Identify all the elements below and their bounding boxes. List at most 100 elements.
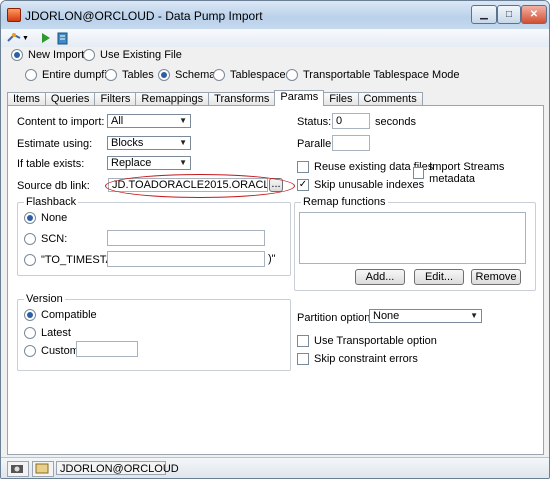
checkbox-icon <box>297 335 309 347</box>
use-existing-file-label: Use Existing File <box>100 49 182 61</box>
window-title: JDORLON@ORCLOUD - Data Pump Import <box>25 9 263 23</box>
remap-remove-button[interactable]: Remove <box>471 269 521 285</box>
minimize-button[interactable]: ▁ <box>471 5 497 24</box>
radio-icon <box>24 254 36 266</box>
new-import-radio[interactable]: New Import <box>11 49 84 61</box>
radio-icon <box>105 69 117 81</box>
use-existing-file-radio[interactable]: Use Existing File <box>83 49 182 61</box>
tab-items[interactable]: Items <box>7 92 46 106</box>
partition-label: Partition option: <box>297 312 374 324</box>
tab-strip: Items Queries Filters Remappings Transfo… <box>7 90 423 106</box>
skip-constraint-label: Skip constraint errors <box>314 353 418 365</box>
exists-label: If table exists: <box>17 158 85 170</box>
tab-comments[interactable]: Comments <box>357 92 423 106</box>
remap-title: Remap functions <box>301 196 388 208</box>
flashback-none-radio[interactable]: None <box>24 212 67 224</box>
parallel-label: Parallel: <box>297 138 337 150</box>
use-transportable-label: Use Transportable option <box>314 335 437 347</box>
remap-edit-button[interactable]: Edit... <box>414 269 464 285</box>
dropdown-arrow-icon[interactable]: ▼ <box>22 31 29 45</box>
scope-label: Transportable Tablespace Mode <box>303 69 460 81</box>
radio-icon <box>24 233 36 245</box>
scope-label: Tablespaces <box>230 69 292 81</box>
tab-queries[interactable]: Queries <box>44 92 96 106</box>
radio-icon <box>24 345 36 357</box>
flashback-scn-radio[interactable]: SCN: <box>24 233 67 245</box>
radio-icon <box>11 49 23 61</box>
radio-icon <box>158 69 170 81</box>
tab-params[interactable]: Params <box>274 90 325 106</box>
partition-value: None <box>373 310 400 322</box>
tab-files[interactable]: Files <box>323 92 359 106</box>
status-label: Status: <box>297 116 332 128</box>
scope-tables-radio[interactable]: Tables <box>105 69 154 81</box>
radio-icon <box>213 69 225 81</box>
scn-field[interactable] <box>107 230 265 246</box>
maximize-button[interactable]: □ <box>497 5 521 24</box>
checkbox-icon <box>413 167 425 179</box>
flashback-scn-label: SCN: <box>41 233 68 245</box>
skip-unusable-label: Skip unusable indexes <box>314 179 425 191</box>
status-field[interactable]: 0 <box>332 113 370 129</box>
status-bar: JDORLON@ORCLOUD <box>1 457 549 478</box>
radio-icon <box>24 212 36 224</box>
app-icon <box>7 8 21 22</box>
radio-icon <box>83 49 95 61</box>
chevron-down-icon: ▼ <box>179 116 187 125</box>
version-latest-label: Latest <box>41 327 71 339</box>
estimate-select[interactable]: Blocks ▼ <box>107 136 191 150</box>
custom-version-field[interactable] <box>76 341 138 357</box>
version-latest-radio[interactable]: Latest <box>24 327 71 339</box>
radio-icon <box>24 309 36 321</box>
connection-icon[interactable] <box>32 461 54 477</box>
close-button[interactable]: ✕ <box>521 5 547 24</box>
estimate-label: Estimate using: <box>17 138 93 150</box>
wizard-icon[interactable] <box>7 31 21 45</box>
radio-icon <box>24 327 36 339</box>
version-compatible-radio[interactable]: Compatible <box>24 309 97 321</box>
radio-icon <box>286 69 298 81</box>
content-value: All <box>111 115 124 127</box>
checkbox-icon <box>297 353 309 365</box>
scope-entire-dumpfile-radio[interactable]: Entire dumpfile <box>25 69 115 81</box>
dblink-label: Source db link: <box>17 180 90 192</box>
remap-list[interactable] <box>299 212 526 264</box>
tab-filters[interactable]: Filters <box>94 92 137 106</box>
scope-transportable-radio[interactable]: Transportable Tablespace Mode <box>286 69 460 81</box>
title-bar: JDORLON@ORCLOUD - Data Pump Import ▁ □ ✕ <box>1 1 549 30</box>
status-unit: seconds <box>375 116 416 128</box>
chevron-down-icon: ▼ <box>179 158 187 167</box>
version-custom-radio[interactable]: Custom: <box>24 345 82 357</box>
camera-icon[interactable] <box>7 461 29 477</box>
exists-select[interactable]: Replace ▼ <box>107 156 191 170</box>
exists-value: Replace <box>111 157 152 169</box>
tab-remappings[interactable]: Remappings <box>135 92 210 106</box>
remap-group: Remap functions Add... Edit... Remove <box>294 196 536 291</box>
content-label: Content to import: <box>17 116 105 128</box>
partition-select[interactable]: None ▼ <box>369 309 482 323</box>
tab-transforms[interactable]: Transforms <box>208 92 276 106</box>
script-icon[interactable] <box>57 31 68 45</box>
toolbar: ▼ <box>1 29 549 47</box>
timestamp-close-label: )" <box>268 253 276 265</box>
skip-unusable-checkbox[interactable]: ✓ Skip unusable indexes <box>297 179 424 191</box>
content-select[interactable]: All ▼ <box>107 114 191 128</box>
estimate-value: Blocks <box>111 137 144 149</box>
remap-add-button[interactable]: Add... <box>355 269 405 285</box>
flashback-none-label: None <box>41 212 68 224</box>
skip-constraint-checkbox[interactable]: Skip constraint errors <box>297 353 418 365</box>
connection-label: JDORLON@ORCLOUD <box>56 461 179 475</box>
import-streams-checkbox[interactable]: Import Streams metadata <box>413 161 543 185</box>
scope-schemas-radio[interactable]: Schemas <box>158 69 221 81</box>
data-pump-import-window: JDORLON@ORCLOUD - Data Pump Import ▁ □ ✕… <box>0 0 550 479</box>
scope-tablespaces-radio[interactable]: Tablespaces <box>213 69 291 81</box>
flashback-group: Flashback None SCN: "TO_TIMESTAMP ( )" <box>17 196 291 276</box>
use-transportable-checkbox[interactable]: Use Transportable option <box>297 335 437 347</box>
chevron-down-icon: ▼ <box>470 311 478 320</box>
run-icon[interactable] <box>41 31 51 45</box>
timestamp-field[interactable] <box>107 251 265 267</box>
version-title: Version <box>24 293 65 305</box>
check-icon: ✓ <box>297 179 309 191</box>
parallel-field[interactable] <box>332 135 370 151</box>
radio-icon <box>25 69 37 81</box>
